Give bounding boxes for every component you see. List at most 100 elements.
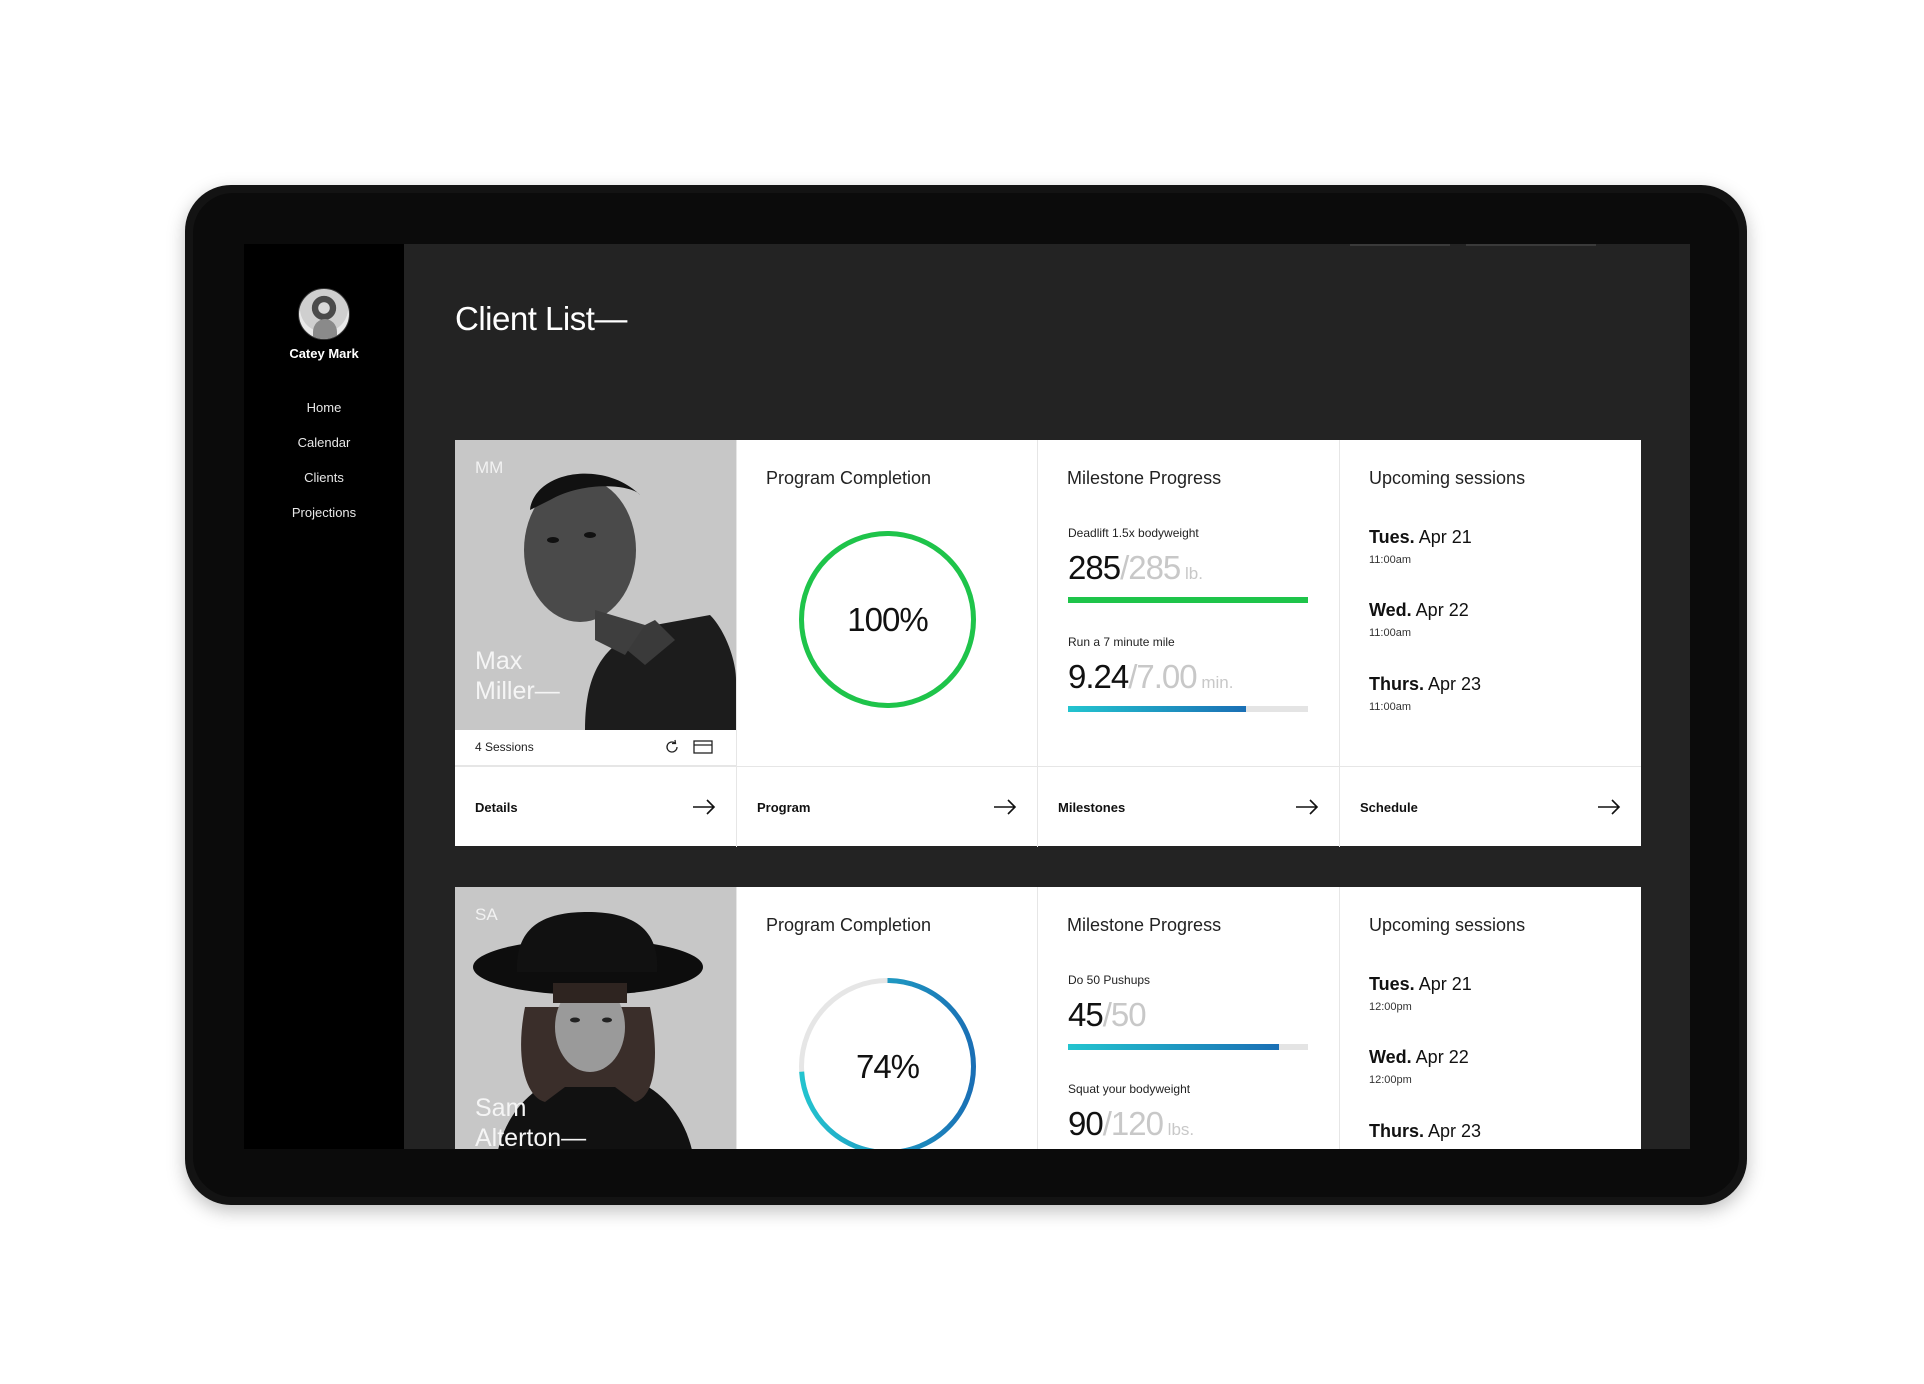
milestone-bar [1068, 597, 1308, 603]
nav-clients[interactable]: Clients [244, 468, 404, 503]
session-date: Apr 22 [1411, 1047, 1469, 1067]
top-indicator [1466, 244, 1596, 246]
details-link[interactable]: Details [455, 767, 736, 847]
milestones-label: Milestones [1058, 800, 1126, 815]
top-indicator [1350, 244, 1450, 246]
session-item[interactable]: Wed. Apr 22 11:00am [1369, 600, 1469, 639]
milestone-target: /285 [1120, 549, 1181, 586]
milestones-link[interactable]: Milestones [1037, 767, 1339, 847]
session-item[interactable]: Thurs. Apr 23 [1369, 1121, 1481, 1142]
completion-ring: 100% [795, 527, 980, 712]
program-label: Program [757, 800, 811, 815]
panel-heading: Milestone Progress [1067, 915, 1222, 935]
upcoming-sessions-panel: Upcoming sessions Tues. Apr 21 11:00am W… [1339, 440, 1641, 766]
milestone-task: Run a 7 minute mile [1068, 635, 1175, 649]
nav-calendar[interactable]: Calendar [244, 433, 404, 468]
milestone-task: Deadlift 1.5x bodyweight [1068, 526, 1199, 540]
session-day: Tues. [1369, 974, 1415, 994]
milestone-unit: lb. [1180, 564, 1203, 583]
milestone-unit: min. [1196, 673, 1234, 692]
user-avatar[interactable] [298, 288, 350, 340]
sidebar: Catey Mark Home Calendar Clients Project… [244, 244, 404, 1149]
sidebar-nav: Home Calendar Clients Projections [244, 398, 404, 538]
program-completion-panel: Program Completion 74% [736, 887, 1037, 1149]
program-link[interactable]: Program [736, 767, 1037, 847]
milestone-bar [1068, 1044, 1308, 1050]
milestone-progress-panel: Milestone Progress Do 50 Pushups 45/50 S… [1037, 887, 1339, 1149]
milestone-task: Do 50 Pushups [1068, 973, 1151, 987]
program-completion-panel: Program Completion 100% [736, 440, 1037, 766]
milestone-item: Deadlift 1.5x bodyweight 285/285 lb. [1068, 526, 1308, 603]
session-time: 11:00am [1369, 554, 1411, 566]
completion-value: 74% [855, 1048, 920, 1085]
user-name: Catey Mark [289, 346, 359, 361]
client-last-name: Miller— [475, 677, 560, 705]
milestone-values: 9.24/7.00 min. [1068, 658, 1308, 702]
session-time: 11:00am [1369, 701, 1411, 713]
completion-ring: 74% [795, 974, 980, 1149]
upcoming-sessions-panel: Upcoming sessions Tues. Apr 21 12:00pm W… [1339, 887, 1641, 1149]
milestone-values: 285/285 lb. [1068, 549, 1308, 593]
session-item[interactable]: Tues. Apr 21 11:00am [1369, 527, 1472, 566]
milestone-task: Squat your bodyweight [1068, 1082, 1191, 1096]
session-item[interactable]: Tues. Apr 21 12:00pm [1369, 974, 1472, 1013]
milestone-item: Run a 7 minute mile 9.24/7.00 min. [1068, 635, 1308, 712]
client-first-name: Sam [475, 1094, 527, 1122]
client-first-name: Max [475, 647, 523, 675]
refresh-icon[interactable] [663, 739, 681, 755]
client-name: Max Miller— [475, 646, 675, 706]
session-date: Apr 23 [1424, 674, 1482, 694]
milestone-current: 285 [1068, 549, 1121, 586]
session-date: Apr 21 [1414, 974, 1472, 994]
milestone-bar [1068, 706, 1308, 712]
panel-heading: Milestone Progress [1067, 468, 1222, 488]
nav-home[interactable]: Home [244, 398, 404, 433]
session-day: Tues. [1369, 527, 1415, 547]
schedule-label: Schedule [1360, 800, 1418, 815]
app-screen: Catey Mark Home Calendar Clients Project… [244, 244, 1690, 1149]
panel-heading: Program Completion [766, 468, 932, 488]
card-icon[interactable] [693, 739, 713, 755]
milestone-target: /50 [1102, 996, 1147, 1033]
client-photo[interactable]: MM Max Miller— [455, 440, 736, 730]
milestone-values: 45/50 [1068, 996, 1308, 1040]
milestone-target: /7.00 [1128, 658, 1197, 695]
client-name: Sam Alterton— [475, 1093, 675, 1149]
session-time: 11:00am [1369, 627, 1411, 639]
milestone-bar-fill [1068, 1044, 1280, 1050]
session-day: Wed. [1369, 600, 1412, 620]
arrow-right-icon [994, 799, 1017, 815]
sessions-bar: 4 Sessions [455, 730, 736, 766]
milestone-current: 90 [1068, 1105, 1104, 1142]
milestone-current: 9.24 [1068, 658, 1129, 695]
nav-projections[interactable]: Projections [244, 503, 404, 538]
session-date: Apr 23 [1424, 1121, 1482, 1141]
client-photo[interactable]: SA Sam Alterton— [455, 887, 736, 1149]
page-title: Client List— [455, 300, 627, 337]
details-label: Details [475, 800, 518, 815]
session-item[interactable]: Wed. Apr 22 12:00pm [1369, 1047, 1469, 1086]
milestone-target: /120 [1102, 1105, 1164, 1142]
arrow-right-icon [1296, 799, 1319, 815]
milestone-unit: lbs. [1162, 1120, 1195, 1139]
card-actions: Details Program Milestones Schedule [455, 766, 1641, 847]
client-card: MM Max Miller— 4 Sessions Program Comple… [455, 440, 1641, 847]
panel-heading: Program Completion [766, 915, 932, 935]
arrow-right-icon [693, 799, 716, 815]
session-time: 12:00pm [1369, 1001, 1412, 1013]
completion-value: 100% [847, 601, 928, 638]
arrow-right-icon [1598, 799, 1621, 815]
milestone-progress-panel: Milestone Progress Deadlift 1.5x bodywei… [1037, 440, 1339, 766]
client-initials: MM [475, 458, 504, 477]
sessions-count: 4 Sessions [475, 740, 534, 754]
client-initials: SA [475, 905, 498, 924]
session-date: Apr 22 [1411, 600, 1469, 620]
schedule-link[interactable]: Schedule [1339, 767, 1641, 847]
session-day: Thurs. [1369, 1121, 1425, 1141]
session-time: 12:00pm [1369, 1074, 1412, 1086]
session-item[interactable]: Thurs. Apr 23 11:00am [1369, 674, 1481, 713]
panel-heading: Upcoming sessions [1369, 468, 1526, 488]
milestone-bar-fill [1068, 706, 1246, 712]
panel-heading: Upcoming sessions [1369, 915, 1526, 935]
milestone-current: 45 [1068, 996, 1104, 1033]
